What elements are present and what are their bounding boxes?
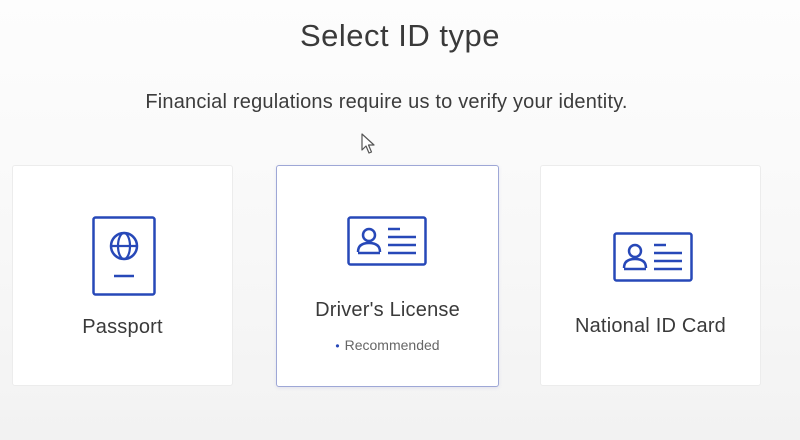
id-card-icon (347, 216, 427, 266)
id-option-label: Passport (82, 316, 163, 338)
recommended-badge: • Recommended (277, 337, 498, 353)
bullet-dot-icon: • (335, 339, 340, 353)
id-option-passport[interactable]: Passport (12, 165, 233, 386)
mouse-cursor-icon (361, 133, 375, 154)
id-option-national-id-card[interactable]: National ID Card (540, 165, 761, 386)
passport-icon (92, 216, 156, 296)
id-option-drivers-license[interactable]: Driver's License • Recommended (276, 165, 499, 387)
id-card-icon (613, 232, 693, 282)
page-title: Select ID type (300, 18, 500, 53)
id-option-label: National ID Card (574, 315, 727, 337)
page-subtitle: Financial regulations require us to veri… (145, 91, 628, 113)
id-option-label: Driver's License (315, 299, 460, 321)
recommended-text: Recommended (344, 337, 440, 353)
